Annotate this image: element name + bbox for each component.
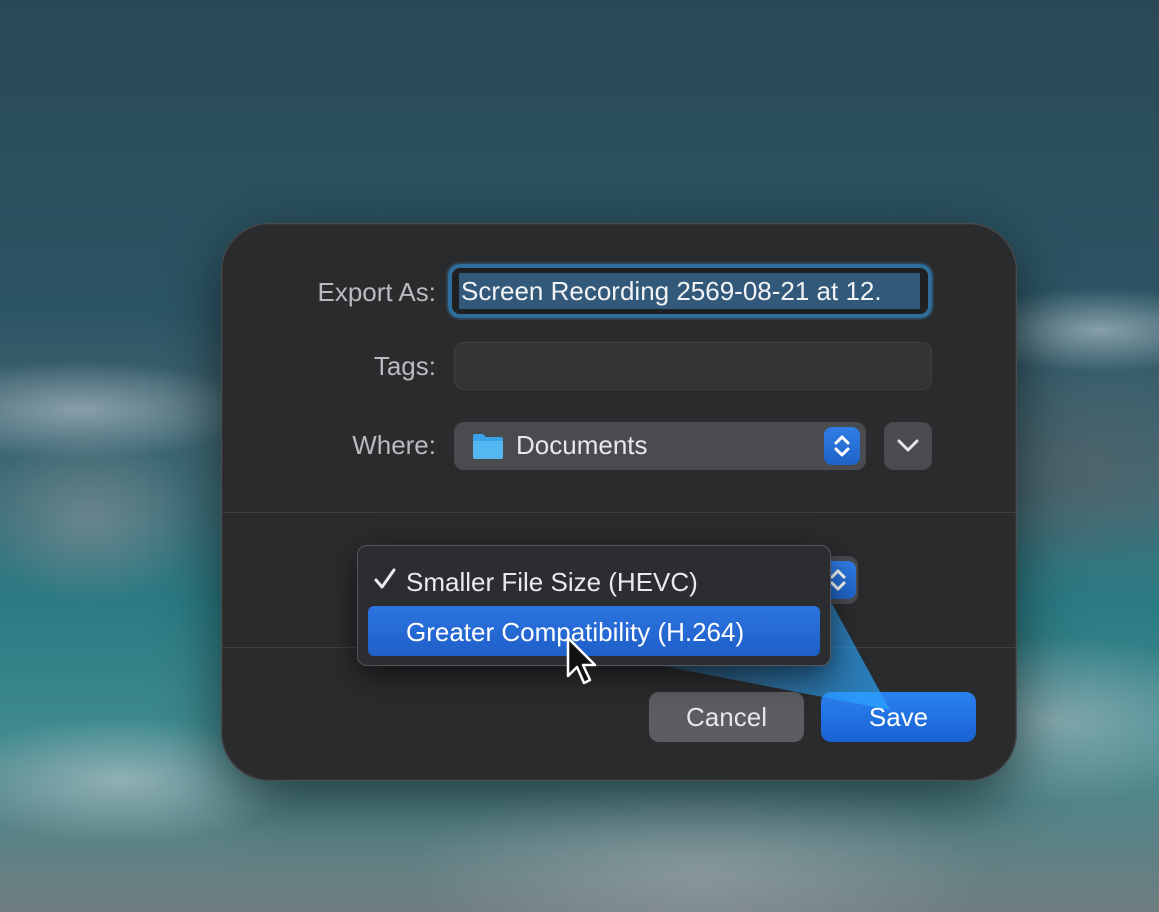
chevron-down-icon: [897, 439, 919, 452]
tags-label: Tags:: [373, 351, 436, 381]
expand-button[interactable]: [884, 422, 932, 470]
cancel-button[interactable]: Cancel: [649, 692, 804, 742]
where-select[interactable]: Documents: [454, 422, 866, 470]
export-dialog: Export As: Screen Recording 2569-08-21 a…: [221, 223, 1017, 781]
save-button[interactable]: Save: [821, 692, 976, 742]
export-as-label: Export As:: [317, 277, 437, 307]
stepper-icon[interactable]: [824, 427, 860, 465]
menu-item-label: Smaller File Size (HEVC): [406, 567, 698, 597]
export-as-value[interactable]: Screen Recording 2569-08-21 at 12.: [459, 273, 920, 309]
folder-icon: [473, 434, 503, 459]
divider: [222, 512, 1016, 513]
where-value: Documents: [516, 430, 648, 460]
pointer-cursor-icon: [566, 636, 597, 685]
checkmark-icon: [374, 568, 396, 589]
export-as-field[interactable]: Screen Recording 2569-08-21 at 12.: [448, 264, 932, 318]
where-label: Where:: [352, 430, 436, 460]
tags-field[interactable]: [454, 342, 932, 390]
menu-item-hevc[interactable]: Smaller File Size (HEVC): [368, 556, 820, 606]
